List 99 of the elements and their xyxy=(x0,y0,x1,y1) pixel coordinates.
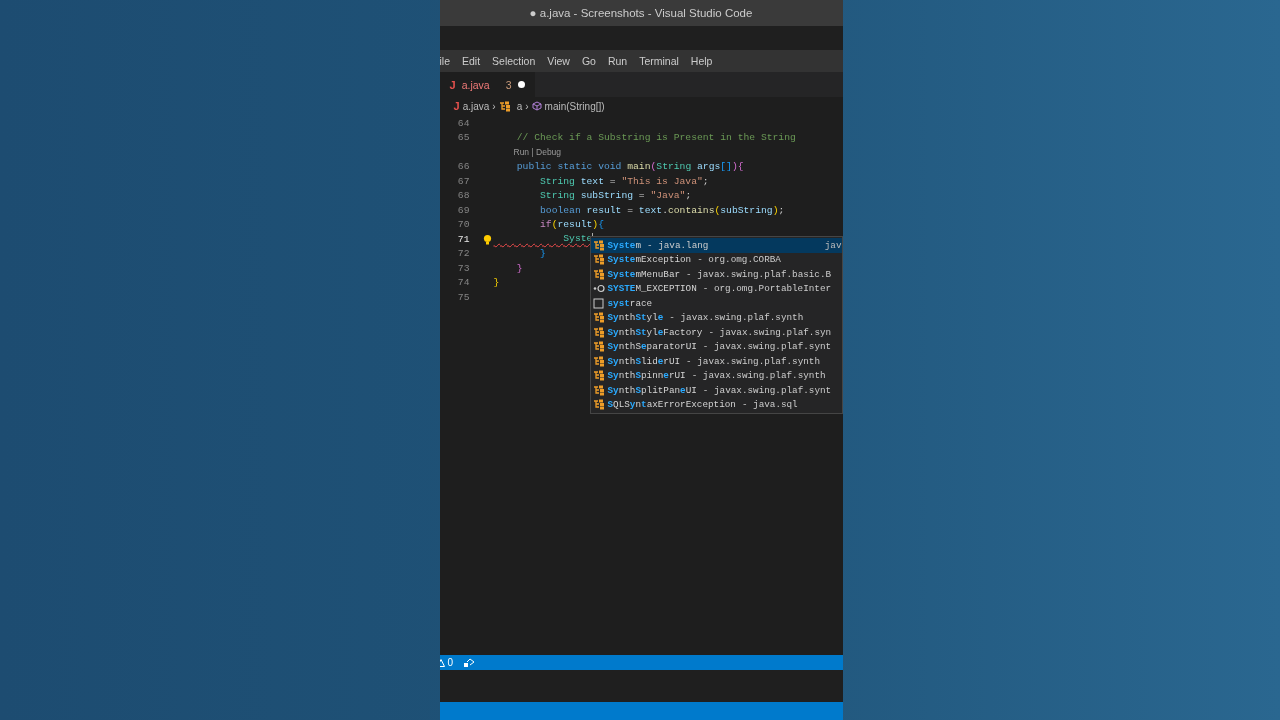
class-icon xyxy=(592,326,605,338)
class-icon xyxy=(592,355,605,367)
code-token: main xyxy=(626,161,651,173)
code-token: public static void xyxy=(515,161,622,173)
code-token: result xyxy=(557,219,593,231)
suggestion-item[interactable]: syst race xyxy=(590,296,842,311)
code-token: if xyxy=(539,219,552,231)
line-number: 73 xyxy=(456,262,470,274)
warning-count[interactable]: 0 xyxy=(447,657,454,668)
code-token: = xyxy=(608,175,617,187)
code-token: text xyxy=(638,204,663,216)
breadcrumb-separator: › xyxy=(525,100,529,112)
code-token: args xyxy=(696,161,721,173)
line-number: 64 xyxy=(456,117,470,129)
code-token: ( xyxy=(714,204,721,216)
suggestion-item[interactable]: SynthSeparatorUI - javax.swing.plaf.synt xyxy=(590,339,842,354)
live-share-icon[interactable] xyxy=(463,657,476,668)
suggestion-item[interactable]: SynthStyle - javax.swing.plaf.synth xyxy=(590,310,842,325)
code-token: ) xyxy=(592,219,599,231)
suggestion-item[interactable]: SynthSplitPaneUI - javax.swing.plaf.synt xyxy=(590,383,842,398)
code-token: ; xyxy=(778,204,785,216)
class-icon xyxy=(592,341,605,353)
code-token: ; xyxy=(702,175,709,187)
code-token: } xyxy=(515,262,523,274)
code-token: ( xyxy=(551,219,558,231)
class-icon xyxy=(592,268,605,280)
suggestion-item[interactable]: SystemException - org.omg.CORBA xyxy=(590,252,842,267)
menu-item[interactable]: ile xyxy=(439,55,456,67)
code-token: "This is Java" xyxy=(621,175,703,187)
code-token: result xyxy=(585,204,622,216)
code-token: String xyxy=(656,161,692,173)
code-token: "Java" xyxy=(650,190,686,202)
problem-count: 3 xyxy=(505,78,512,91)
breadcrumb-item[interactable]: main(String[]) xyxy=(544,100,605,112)
codelens-link[interactable]: Run | Debug xyxy=(513,145,562,159)
code-token: boolean xyxy=(539,204,581,216)
code-token: } xyxy=(539,248,546,260)
code-token: subString xyxy=(579,190,634,202)
class-icon xyxy=(592,254,605,266)
breadcrumb-item[interactable]: a.java xyxy=(462,100,490,112)
window-title: ● a.java - Screenshots - Visual Studio Code xyxy=(529,7,753,19)
class-icon xyxy=(498,100,511,112)
code-token: ; xyxy=(685,190,692,202)
java-file-icon: J xyxy=(453,100,460,112)
code-token: } xyxy=(493,277,500,289)
line-number: 74 xyxy=(456,277,470,289)
menu-item[interactable]: Go xyxy=(581,55,602,67)
code-token: ) xyxy=(731,161,738,173)
code-token: subString xyxy=(720,204,773,216)
editor-tab[interactable]: J a.java 3 xyxy=(439,72,535,97)
menu-item[interactable]: Terminal xyxy=(639,55,685,67)
line-number: 70 xyxy=(456,219,470,231)
code-token: String xyxy=(539,190,575,202)
menu-item[interactable]: View xyxy=(547,55,576,67)
breadcrumb-item[interactable]: a xyxy=(516,100,523,112)
code-token: ) xyxy=(772,204,779,216)
line-number: 69 xyxy=(456,204,470,216)
class-icon xyxy=(592,239,605,251)
suggestion-item[interactable]: SYSTEM_EXCEPTION - org.omg.PortableInter xyxy=(590,281,842,296)
suggestion-item[interactable]: SynthStyleFactory - javax.swing.plaf.syn xyxy=(590,325,842,340)
suggestion-item[interactable]: SQLSyntaxErrorException - java.sql xyxy=(590,397,842,412)
line-number: 75 xyxy=(456,291,470,303)
class-icon xyxy=(592,384,605,396)
suggestion-item[interactable]: System - java.lang jav xyxy=(590,238,842,253)
tab-label: a.java xyxy=(461,78,490,91)
java-file-icon: J xyxy=(449,78,456,91)
line-number: 66 xyxy=(456,161,470,173)
class-icon xyxy=(592,370,605,382)
line-number: 67 xyxy=(456,175,470,187)
snippet-icon xyxy=(592,297,605,309)
cube-icon xyxy=(531,101,542,111)
breadcrumb-separator: › xyxy=(492,100,496,112)
code-token: = xyxy=(637,190,646,202)
code-token: ( xyxy=(650,161,657,173)
menu-item[interactable]: Help xyxy=(690,55,719,67)
suggestion-item[interactable]: SynthSliderUI - javax.swing.plaf.synth xyxy=(590,354,842,369)
suggestion-item[interactable]: SynthSpinnerUI - javax.swing.plaf.synth xyxy=(590,368,842,383)
constant-icon xyxy=(592,283,605,295)
code-token: . xyxy=(662,204,668,216)
line-number: 68 xyxy=(456,190,470,202)
warning-icon xyxy=(439,658,445,667)
code-token: { xyxy=(598,219,604,231)
lightbulb-icon[interactable] xyxy=(481,233,493,245)
code-token: String xyxy=(539,175,575,187)
code-token: text xyxy=(579,175,604,187)
code-token: = xyxy=(626,204,635,216)
line-number: 65 xyxy=(456,132,470,144)
class-icon xyxy=(592,312,605,324)
menu-item[interactable]: Run xyxy=(607,55,634,67)
code-token: [] xyxy=(720,161,732,173)
line-number: 71 xyxy=(456,233,470,245)
code-token: // Check if a Substring is Present in the String xyxy=(515,132,796,144)
class-icon xyxy=(592,399,605,411)
menu-item[interactable]: Selection xyxy=(492,55,542,67)
code-token: { xyxy=(737,161,744,173)
menu-item[interactable]: Edit xyxy=(462,55,487,67)
line-number: 72 xyxy=(456,248,470,260)
code-token: contains xyxy=(667,204,715,216)
suggestion-item[interactable]: SystemMenuBar - javax.swing.plaf.basic.B xyxy=(590,267,842,282)
